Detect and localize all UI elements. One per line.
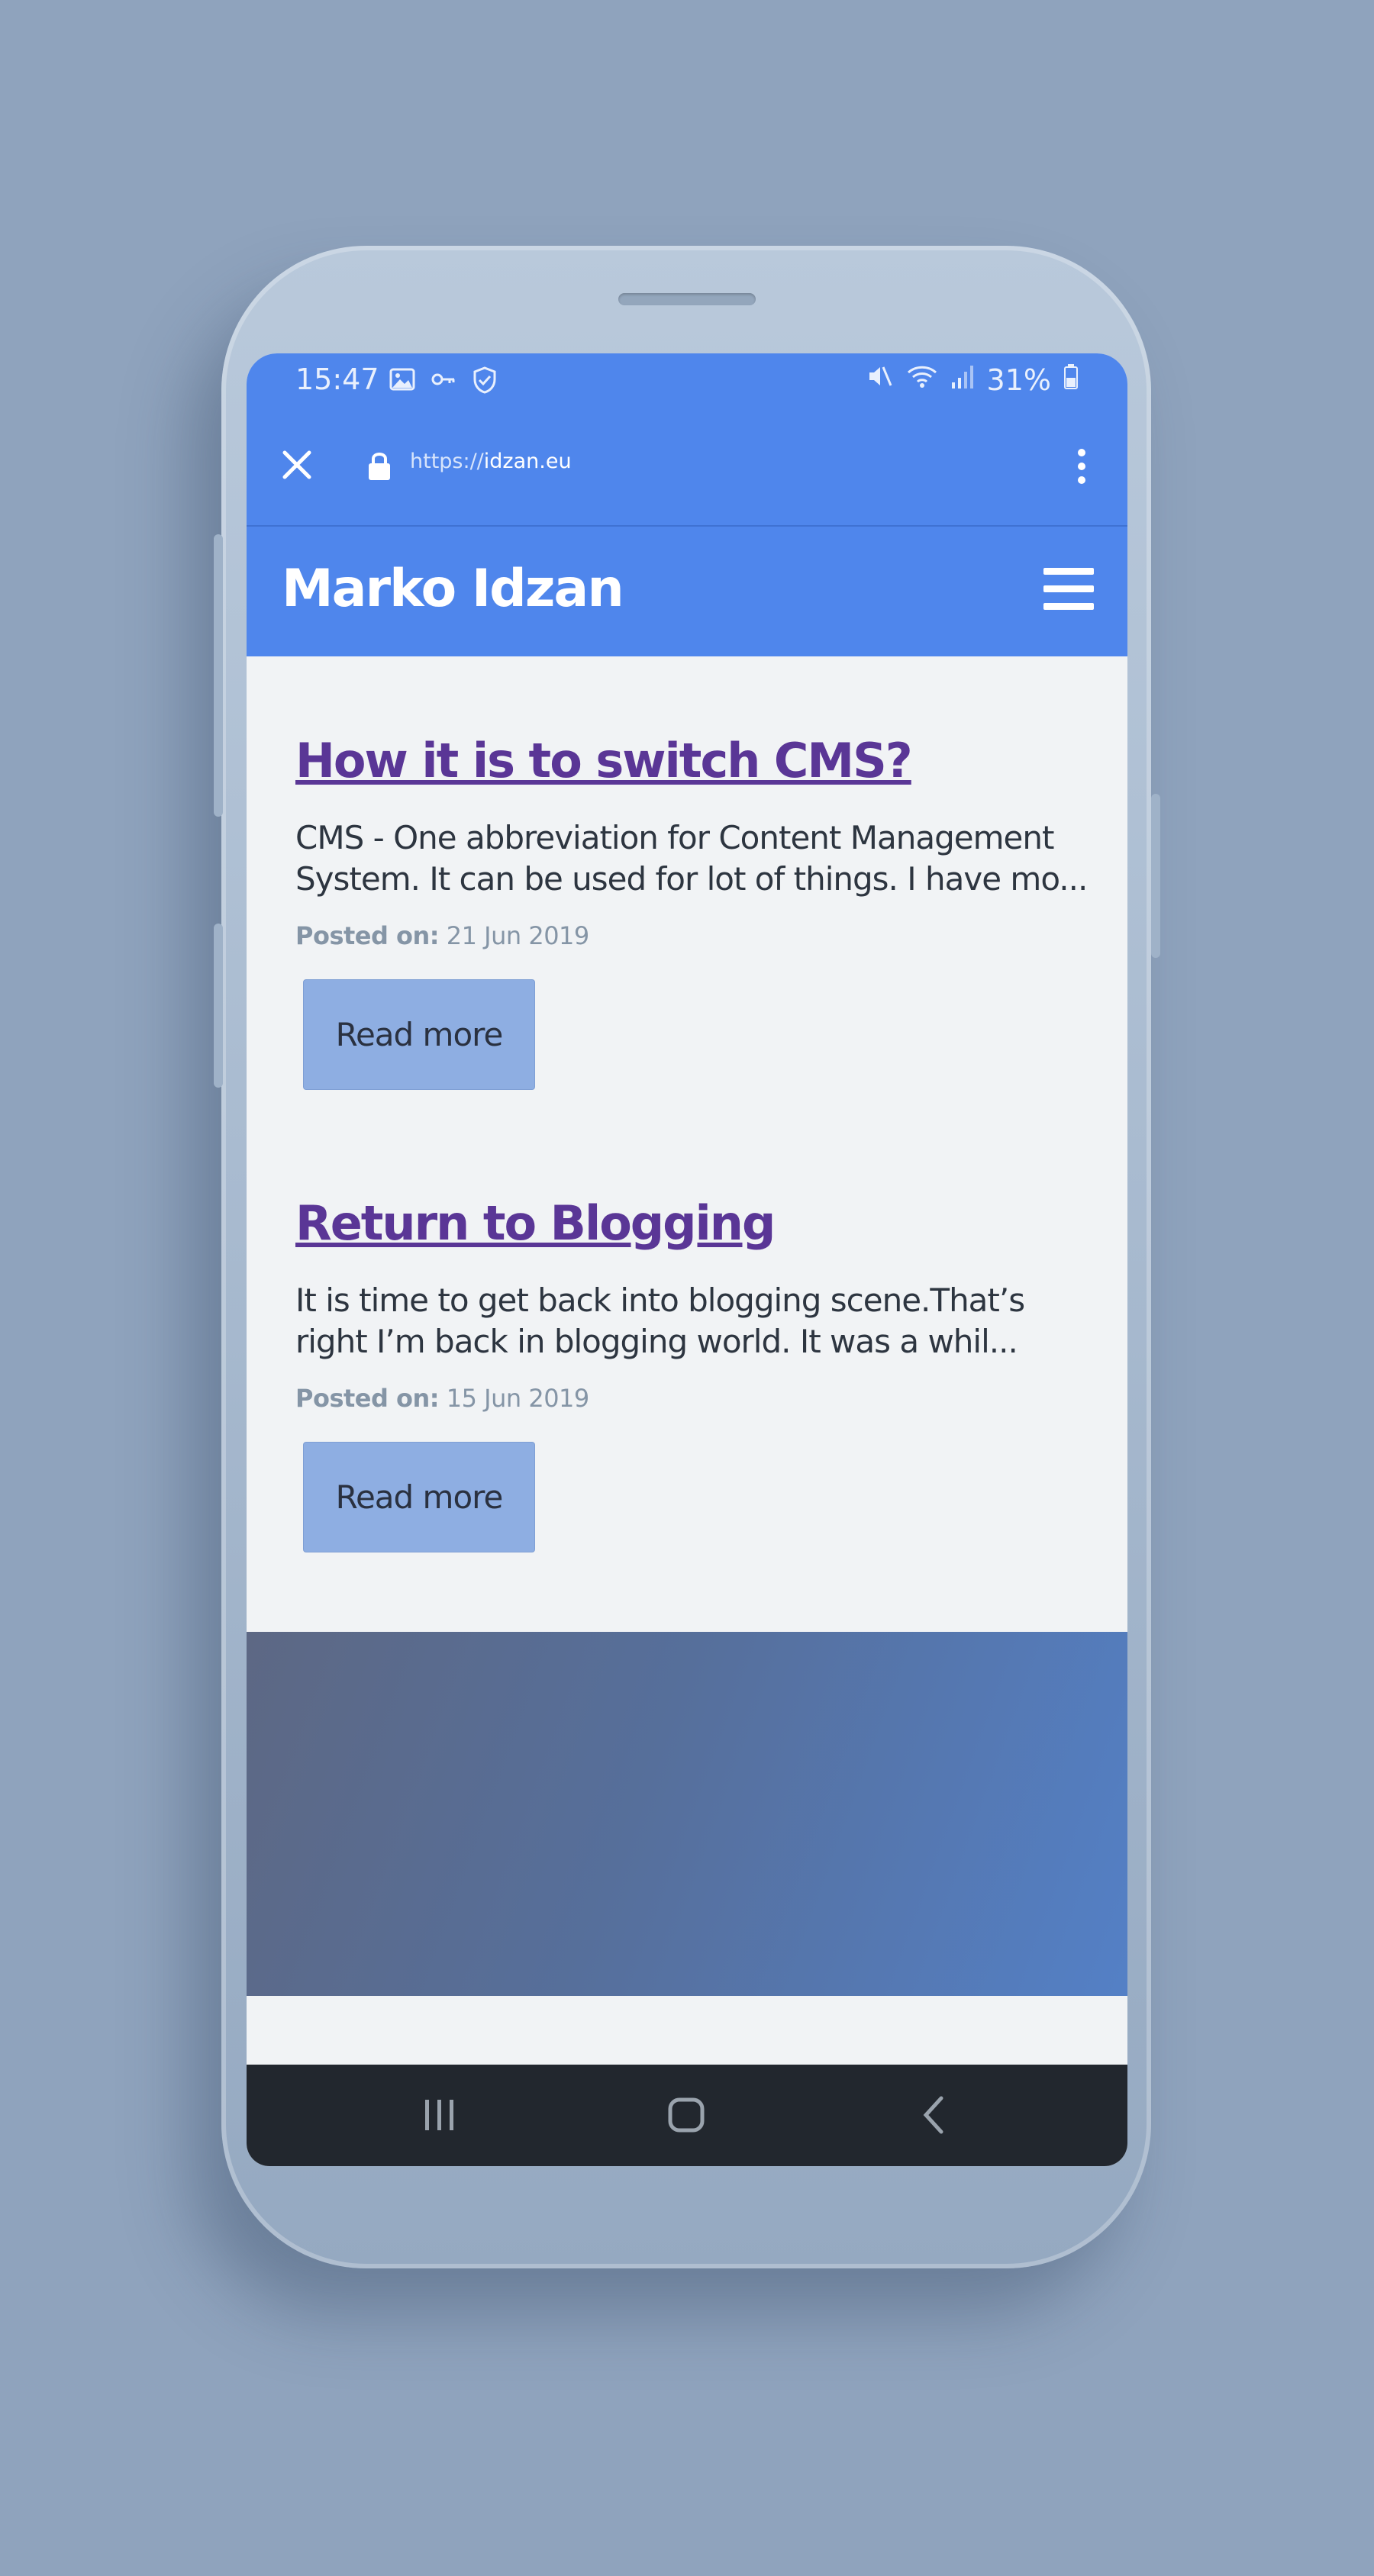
read-more-button[interactable]: Read more	[303, 979, 535, 1090]
battery-percent: 31%	[986, 363, 1051, 397]
status-time: 15:47	[295, 363, 379, 396]
wifi-icon	[906, 363, 938, 397]
hamburger-menu-icon[interactable]	[1042, 565, 1095, 617]
status-bar: 15:47 31%	[247, 353, 1127, 407]
kebab-menu-icon[interactable]	[1074, 445, 1089, 492]
page-bottom-strip	[247, 1996, 1127, 2065]
home-icon[interactable]	[666, 2094, 706, 2140]
url-field[interactable]: https://idzan.eu	[410, 450, 572, 473]
posted-on-label: Posted on:	[295, 921, 440, 950]
post-date-value: 21 Jun 2019	[446, 921, 590, 950]
android-nav-bar	[247, 2065, 1127, 2166]
phone-screen: 15:47 31% https://idzan.eu Marko Idzan H…	[247, 353, 1127, 2166]
url-scheme: https://	[410, 450, 484, 473]
post-item: Return to Blogging It is time to get bac…	[295, 1195, 1089, 1552]
mute-icon	[866, 363, 894, 397]
url-host: idzan.eu	[483, 450, 572, 473]
back-icon[interactable]	[918, 2094, 949, 2140]
posted-on-label: Posted on:	[295, 1384, 440, 1413]
shield-icon	[471, 366, 498, 398]
volume-down-button	[214, 924, 223, 1088]
footer-banner	[247, 1632, 1127, 1996]
lock-icon	[366, 450, 393, 485]
post-title-link[interactable]: How it is to switch CMS?	[295, 733, 913, 788]
post-title-link[interactable]: Return to Blogging	[295, 1195, 776, 1251]
battery-icon	[1063, 363, 1079, 397]
volume-up-button	[214, 534, 223, 817]
power-button	[1151, 794, 1160, 958]
browser-address-bar: https://idzan.eu	[247, 407, 1127, 527]
read-more-button[interactable]: Read more	[303, 1442, 535, 1552]
post-excerpt: It is time to get back into blogging sce…	[295, 1282, 1025, 1360]
post-date-value: 15 Jun 2019	[446, 1384, 590, 1413]
image-icon	[389, 366, 416, 398]
post-date: Posted on: 21 Jun 2019	[295, 921, 1089, 950]
close-icon[interactable]	[279, 447, 315, 487]
key-icon	[430, 366, 457, 398]
earpiece-speaker	[618, 293, 756, 305]
signal-icon	[950, 363, 975, 397]
site-title[interactable]: Marko Idzan	[282, 559, 624, 619]
post-excerpt: CMS - One abbreviation for Content Manag…	[295, 819, 1088, 898]
post-date: Posted on: 15 Jun 2019	[295, 1384, 1089, 1413]
site-header: Marko Idzan	[247, 527, 1127, 656]
post-item: How it is to switch CMS? CMS - One abbre…	[295, 733, 1089, 1090]
recents-icon[interactable]	[422, 2094, 457, 2140]
post-list: How it is to switch CMS? CMS - One abbre…	[247, 656, 1127, 1552]
